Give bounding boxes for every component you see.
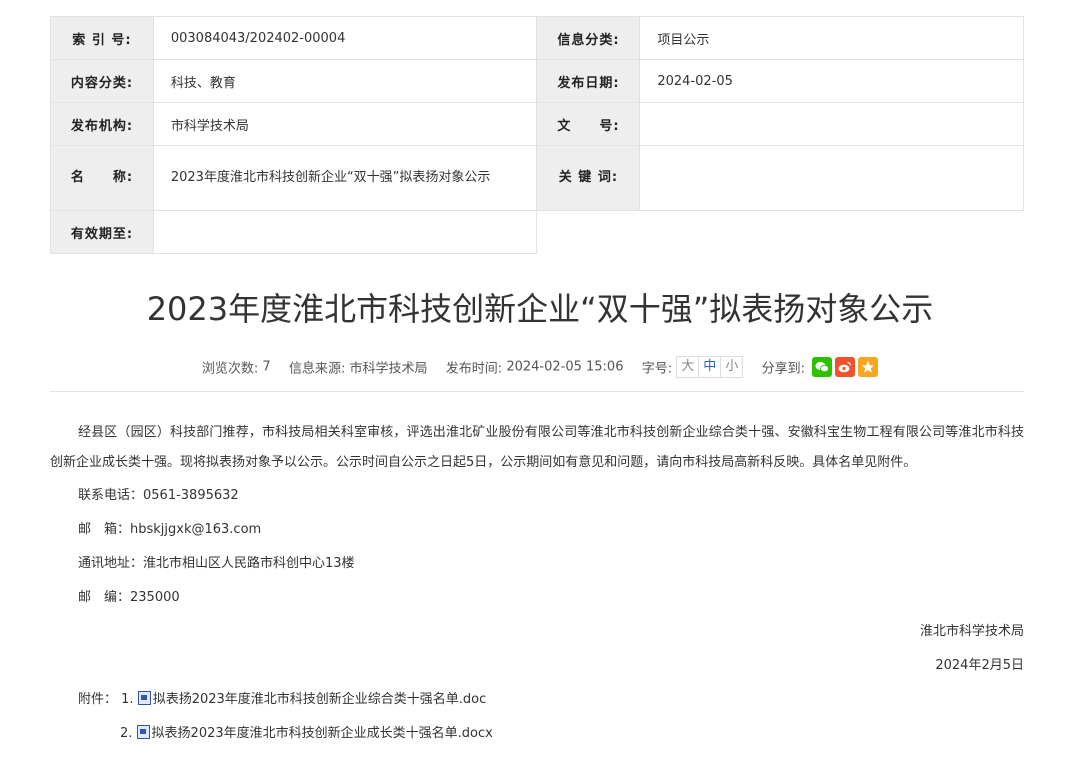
sign-date: 2024年2月5日 xyxy=(935,658,1024,673)
contact-postcode: 邮 编：235000 xyxy=(78,590,180,605)
attachment-1-link[interactable]: 拟表扬2023年度淮北市科技创新企业综合类十强名单.doc xyxy=(153,692,487,707)
doc-icon xyxy=(136,725,150,739)
favorite-icon[interactable] xyxy=(858,357,879,377)
wechat-icon[interactable] xyxy=(812,357,833,377)
source-value: 市科学技术局 xyxy=(349,361,428,377)
organization-label: 发布机构: xyxy=(50,102,154,146)
views-count: 7 xyxy=(262,359,271,375)
index-value: 003084043/202402-00004 xyxy=(152,16,538,60)
valid-until-label: 有效期至: xyxy=(50,210,154,254)
views-label: 浏览次数: xyxy=(201,361,259,377)
font-large-button[interactable]: 大 xyxy=(676,356,700,378)
empty-cell xyxy=(536,210,1024,254)
content-category-value: 科技、教育 xyxy=(152,59,538,103)
contact-phone: 联系电话：0561-3895632 xyxy=(78,488,239,503)
contact-address: 通讯地址：淮北市相山区人民路市科创中心13楼 xyxy=(78,556,355,571)
weibo-icon[interactable] xyxy=(835,357,856,377)
meta-info-table: 索 引 号: 003084043/202402-00004 信息分类: 项目公示… xyxy=(50,16,1024,254)
info-category-value: 项目公示 xyxy=(639,16,1024,60)
source-label: 信息来源: xyxy=(288,361,346,377)
attachment-1-number: 1. xyxy=(121,692,134,707)
contact-email: 邮 箱：hbskjjgxk@163.com xyxy=(78,522,262,537)
index-label: 索 引 号: xyxy=(50,16,154,60)
article-info-bar: 浏览次数: 7 信息来源: 市科学技术局 发布时间: 2024-02-05 15… xyxy=(0,356,1080,378)
publish-time-value: 2024-02-05 15:06 xyxy=(506,359,624,375)
attachment-2-number: 2. xyxy=(120,726,133,741)
divider xyxy=(50,391,1024,392)
attachment-label: 附件： xyxy=(78,692,118,707)
info-category-label: 信息分类: xyxy=(536,16,641,60)
keywords-value xyxy=(639,145,1024,211)
publish-date-value: 2024-02-05 xyxy=(639,59,1024,103)
document-number-label: 文 号: xyxy=(536,102,641,146)
font-small-button[interactable]: 小 xyxy=(720,356,744,378)
article-body: 经县区（园区）科技部门推荐，市科技局相关科室审核，评选出淮北矿业股份有限公司等淮… xyxy=(50,418,1024,741)
font-medium-button[interactable]: 中 xyxy=(698,356,722,378)
content-category-label: 内容分类: xyxy=(50,59,154,103)
attachment-1: 附件： 1. 拟表扬2023年度淮北市科技创新企业综合类十强名单.doc xyxy=(78,688,486,707)
keywords-label: 关 键 词: xyxy=(536,145,641,211)
page-title: 2023年度淮北市科技创新企业“双十强”拟表扬对象公示 xyxy=(146,290,934,328)
body-paragraph: 经县区（园区）科技部门推荐，市科技局相关科室审核，评选出淮北矿业股份有限公司等淮… xyxy=(50,425,1024,470)
document-number-value xyxy=(639,102,1024,146)
font-size-label: 字号: xyxy=(641,361,673,377)
valid-until-value xyxy=(152,210,538,254)
publish-time-label: 发布时间: xyxy=(445,361,503,377)
name-value: 2023年度淮北市科技创新企业“双十强”拟表扬对象公示 xyxy=(152,145,538,211)
signer: 淮北市科学技术局 xyxy=(919,624,1024,639)
publish-date-label: 发布日期: xyxy=(536,59,641,103)
attachment-2-link[interactable]: 拟表扬2023年度淮北市科技创新企业成长类十强名单.docx xyxy=(152,726,493,741)
organization-value: 市科学技术局 xyxy=(152,102,538,146)
attachment-2: 2. 拟表扬2023年度淮北市科技创新企业成长类十强名单.docx xyxy=(120,722,493,741)
doc-icon xyxy=(137,691,151,705)
name-label: 名 称: xyxy=(50,145,154,211)
share-label: 分享到: xyxy=(761,361,805,377)
